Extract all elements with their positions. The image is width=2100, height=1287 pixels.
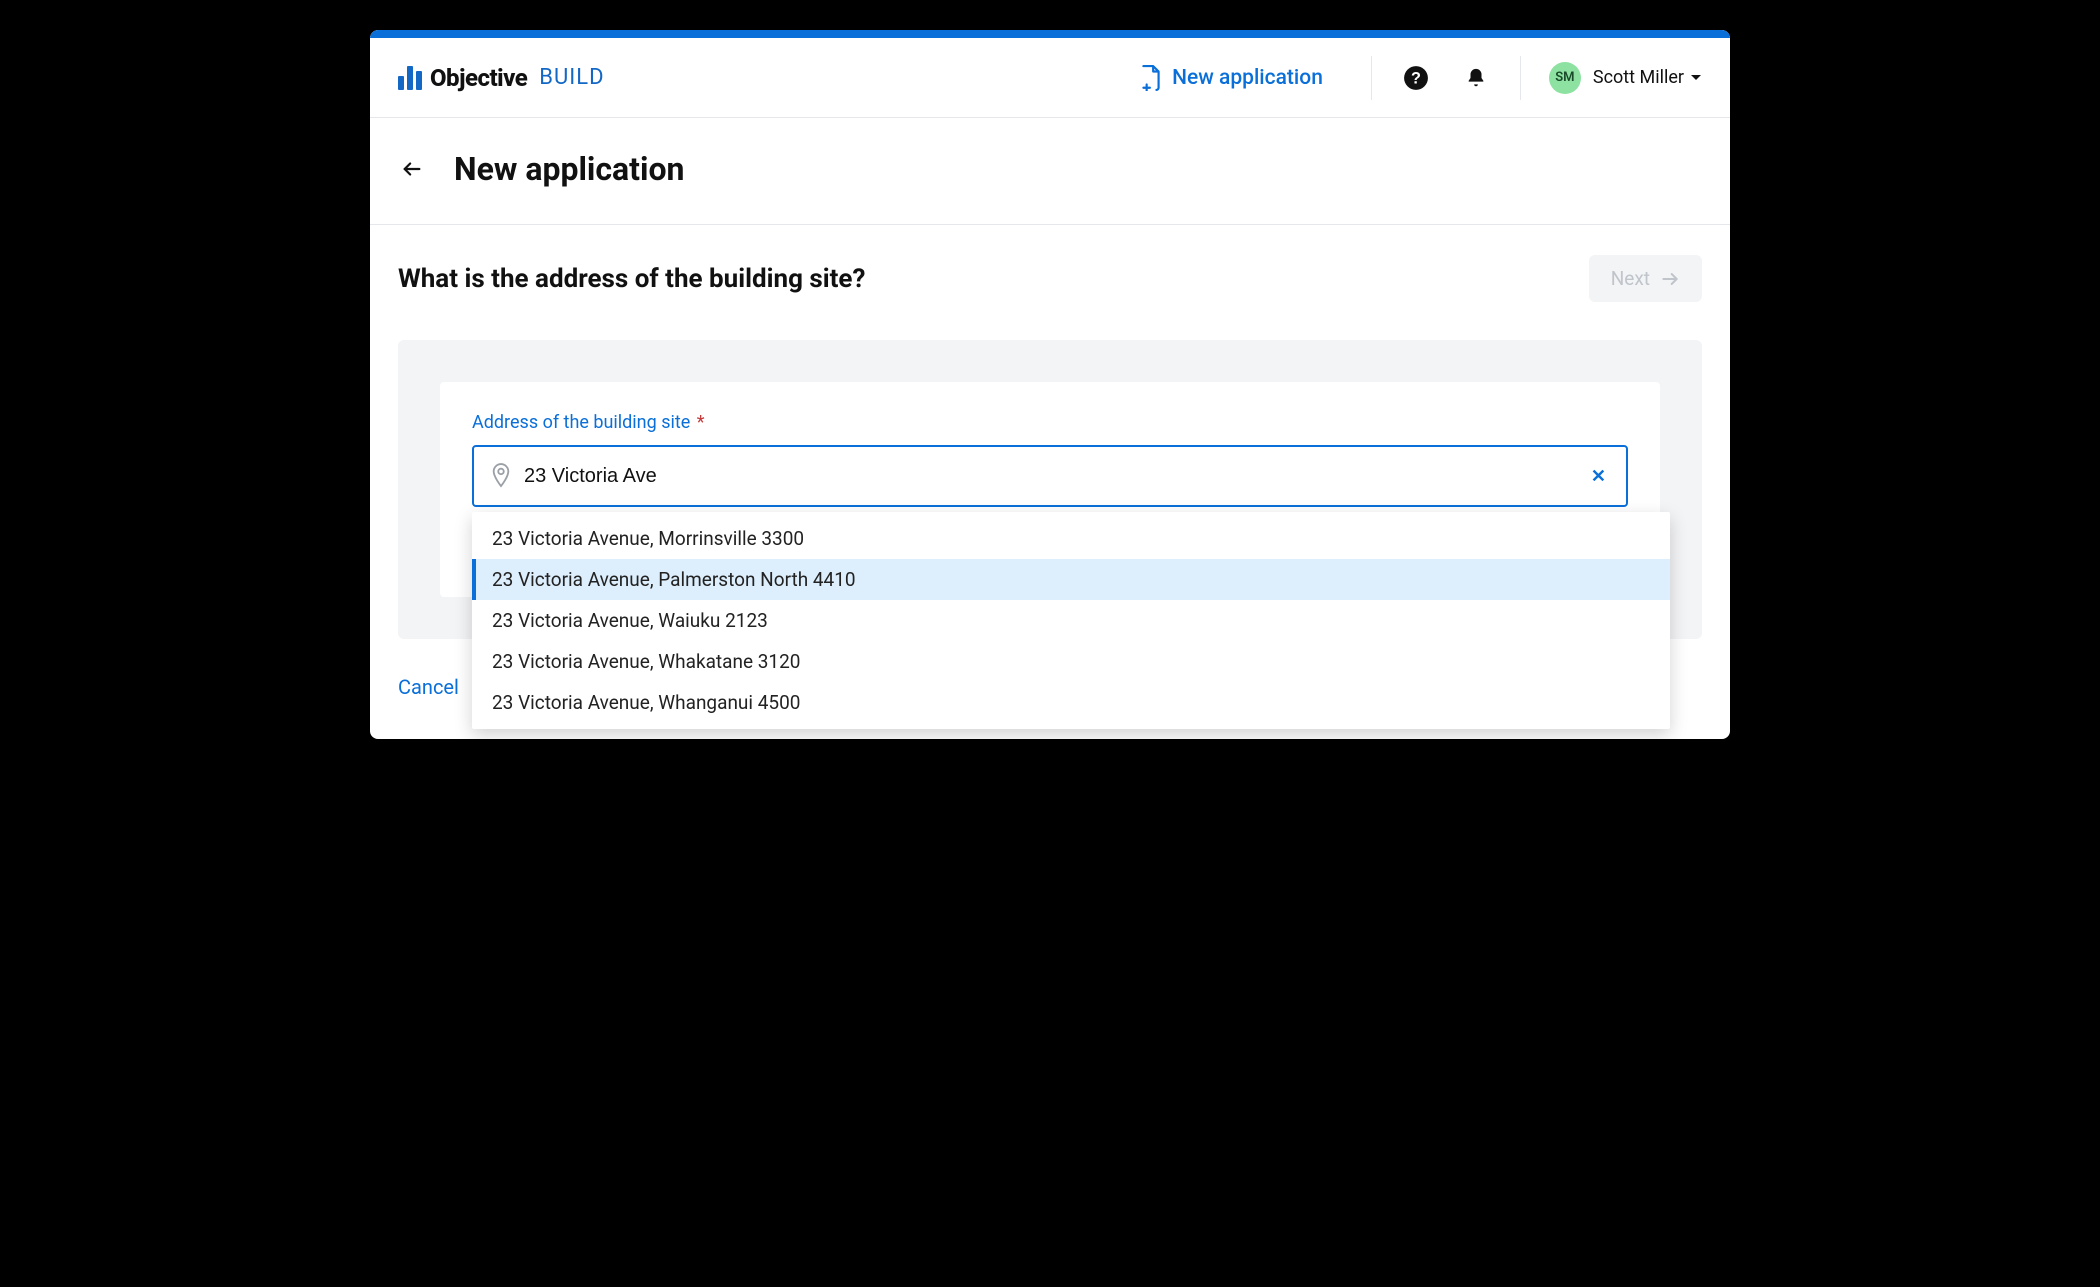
suggestion-item[interactable]: 23 Victoria Avenue, Waiuku 2123 (472, 600, 1670, 641)
page-heading: New application (370, 118, 1730, 225)
clear-input-button[interactable]: ✕ (1587, 462, 1610, 491)
svg-text:?: ? (1411, 69, 1421, 87)
user-menu[interactable]: SM Scott Miller (1539, 62, 1702, 94)
question-row: What is the address of the building site… (398, 255, 1702, 302)
suggestion-item[interactable]: 23 Victoria Avenue, Palmerston North 441… (472, 559, 1670, 600)
arrow-left-icon (401, 158, 423, 180)
address-input-wrapper[interactable]: ✕ (472, 445, 1628, 507)
suggestion-item[interactable]: 23 Victoria Avenue, Morrinsville 3300 (472, 518, 1670, 559)
logo-bars-icon (398, 66, 422, 90)
address-label: Address of the building site * (472, 412, 1628, 433)
next-label: Next (1611, 267, 1650, 290)
header-divider (1371, 56, 1372, 100)
app-window: Objective BUILD New application ? (370, 30, 1730, 739)
brand-logo[interactable]: Objective BUILD (398, 64, 605, 92)
cancel-link[interactable]: Cancel (398, 675, 459, 699)
help-button[interactable]: ? (1396, 58, 1436, 98)
accent-bar (370, 30, 1730, 38)
notifications-button[interactable] (1456, 58, 1496, 98)
page-title: New application (454, 150, 684, 188)
brand-word-2: BUILD (539, 65, 604, 90)
avatar: SM (1549, 62, 1581, 94)
header: Objective BUILD New application ? (370, 38, 1730, 118)
question-text: What is the address of the building site… (398, 264, 865, 294)
required-mark: * (697, 412, 705, 433)
location-pin-icon (490, 462, 512, 490)
help-icon: ? (1403, 65, 1429, 91)
document-plus-icon (1140, 65, 1162, 91)
brand-word-1: Objective (430, 64, 527, 92)
back-button[interactable] (398, 155, 426, 183)
new-application-link[interactable]: New application (1140, 65, 1323, 91)
header-divider-2 (1520, 56, 1521, 100)
address-input[interactable] (524, 447, 1575, 505)
chevron-down-icon (1690, 74, 1702, 82)
arrow-right-icon (1660, 269, 1680, 289)
next-button[interactable]: Next (1589, 255, 1702, 302)
address-suggestions: 23 Victoria Avenue, Morrinsville 3300 23… (472, 512, 1670, 729)
form-card: Address of the building site * ✕ 23 Vict… (440, 382, 1660, 597)
user-name: Scott Miller (1593, 67, 1684, 88)
address-label-text: Address of the building site (472, 412, 690, 433)
suggestion-item[interactable]: 23 Victoria Avenue, Whanganui 4500 (472, 682, 1670, 723)
main-content: What is the address of the building site… (370, 225, 1730, 739)
new-application-label: New application (1172, 66, 1323, 90)
form-section: Address of the building site * ✕ 23 Vict… (398, 340, 1702, 639)
bell-icon (1465, 66, 1487, 90)
suggestion-item[interactable]: 23 Victoria Avenue, Whakatane 3120 (472, 641, 1670, 682)
